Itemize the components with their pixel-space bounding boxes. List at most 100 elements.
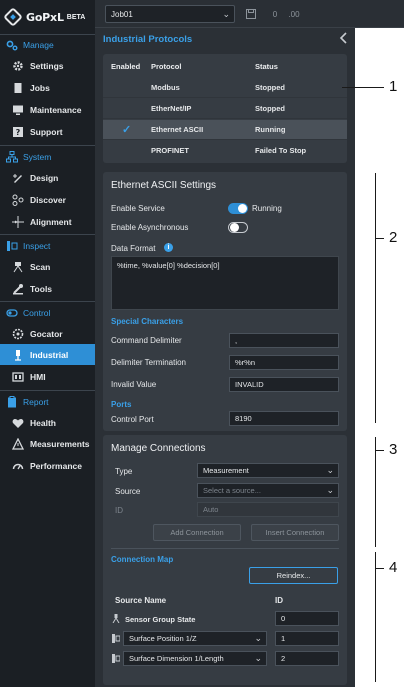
map-id-input[interactable]: 2 — [275, 651, 339, 666]
app-logo[interactable]: GoPxL BETA — [3, 7, 92, 27]
command-delimiter-input[interactable]: , — [229, 333, 339, 348]
sidebar-item-label: Scan — [30, 261, 51, 272]
checkmark-icon[interactable]: ✓ — [122, 123, 131, 136]
callout-3: 3 — [389, 441, 398, 458]
gauge-icon — [12, 460, 24, 472]
map-id-input[interactable]: 0 — [275, 611, 339, 626]
data-format-label: Data Format — [111, 244, 156, 253]
protocol-name: EtherNet/IP — [151, 104, 192, 113]
job-name: Job01 — [111, 9, 133, 19]
section-report: Report — [0, 393, 95, 411]
sidebar-item-performance[interactable]: Performance — [0, 455, 95, 476]
enable-async-label: Enable Asynchronous — [111, 223, 189, 232]
sidebar-item-design[interactable]: Design — [0, 167, 95, 188]
map-source-name: Surface Dimension 1/Length — [129, 654, 224, 663]
type-value: Measurement — [203, 466, 249, 475]
sidebar-item-hmi[interactable]: HMI — [0, 366, 95, 387]
app-name: GoPxL — [26, 10, 64, 24]
enable-service-toggle[interactable] — [228, 203, 248, 214]
map-source-select[interactable]: Surface Dimension 1/Length ⌄ — [123, 651, 267, 666]
manage-connections-title: Manage Connections — [111, 443, 206, 454]
callout-line — [342, 87, 384, 88]
connection-map-heading: Connection Map — [111, 555, 174, 564]
reindex-button[interactable]: Reindex... — [249, 567, 338, 584]
callout-line — [375, 238, 384, 239]
id-label: ID — [115, 506, 123, 515]
design-icon — [12, 172, 24, 184]
ports-heading: Ports — [111, 400, 132, 409]
col-enabled: Enabled — [111, 62, 141, 71]
chevron-down-icon: ⌄ — [326, 485, 334, 495]
alignment-icon — [12, 215, 24, 228]
section-manage: Manage — [0, 36, 95, 54]
panel-title: Industrial Protocols — [103, 34, 193, 45]
protocol-status: Running — [255, 125, 286, 134]
info-icon[interactable]: i — [164, 243, 173, 252]
protocol-row-ethernetip[interactable]: EtherNet/IP Stopped — [103, 99, 347, 119]
callout-bracket — [375, 173, 376, 423]
protocol-name: Modbus — [151, 83, 180, 92]
protocol-row-modbus[interactable]: Modbus Stopped — [103, 78, 347, 98]
sidebar-item-settings[interactable]: Settings — [0, 55, 95, 76]
inspect-icon — [6, 240, 18, 252]
gear-icon — [12, 60, 24, 72]
command-delimiter-label: Command Delimiter — [111, 336, 182, 345]
enable-async-toggle[interactable] — [228, 222, 248, 233]
decimal-decrease-icon[interactable]: 0 — [267, 7, 283, 21]
enable-service-label: Enable Service — [111, 204, 165, 213]
sidebar-item-support[interactable]: ? Support — [0, 121, 95, 142]
protocol-name: Ethernet ASCII — [151, 125, 204, 134]
chevron-down-icon: ⌄ — [254, 653, 262, 663]
industrial-icon — [12, 349, 24, 361]
map-source-select[interactable]: Surface Position 1/Z ⌄ — [123, 631, 267, 646]
sidebar-item-scan[interactable]: Scan — [0, 256, 95, 277]
divider — [0, 145, 95, 146]
sidebar-item-jobs[interactable]: Jobs — [0, 77, 95, 98]
add-connection-button[interactable]: Add Connection — [153, 524, 241, 541]
sidebar-item-label: Discover — [30, 194, 66, 205]
delimiter-termination-input[interactable]: %r%n — [229, 355, 339, 370]
sidebar-item-label: Support — [30, 126, 63, 137]
control-port-input[interactable]: 8190 — [229, 411, 339, 426]
callout-4: 4 — [389, 559, 398, 576]
document-icon — [12, 82, 24, 94]
map-id-input[interactable]: 1 — [275, 631, 339, 646]
scan-icon — [12, 261, 24, 273]
sidebar-item-tools[interactable]: Tools — [0, 278, 95, 299]
source-select[interactable]: Select a source... ⌄ — [197, 483, 339, 498]
measurement-icon — [112, 654, 121, 665]
sidebar-item-gocator[interactable]: Gocator — [0, 323, 95, 344]
job-select[interactable]: Job01 ⌄ — [105, 5, 235, 23]
type-select[interactable]: Measurement ⌄ — [197, 463, 339, 478]
protocol-row-ethernet-ascii[interactable]: ✓ Ethernet ASCII Running — [103, 120, 347, 140]
industrial-protocols-panel: Industrial Protocols Enabled Protocol St… — [95, 28, 355, 687]
invalid-value-input[interactable]: INVALID — [229, 377, 339, 392]
sidebar-item-maintenance[interactable]: Maintenance — [0, 99, 95, 120]
save-icon[interactable] — [244, 7, 258, 21]
ascii-settings-title: Ethernet ASCII Settings — [111, 180, 217, 191]
callout-line — [375, 450, 384, 451]
sidebar-item-discover[interactable]: Discover — [0, 189, 95, 210]
section-label: Inspect — [23, 241, 51, 251]
insert-connection-button[interactable]: Insert Connection — [251, 524, 339, 541]
protocol-status: Stopped — [255, 83, 285, 92]
id-input[interactable]: Auto — [197, 502, 339, 517]
collapse-panel-button[interactable] — [339, 32, 351, 46]
sidebar-item-label: Gocator — [30, 328, 63, 339]
gears-icon — [6, 39, 18, 51]
sidebar-item-measurements[interactable]: Measurements — [0, 433, 95, 454]
protocol-row-profinet[interactable]: PROFINET Failed To Stop — [103, 141, 347, 161]
section-inspect: Inspect — [0, 237, 95, 255]
data-format-input[interactable]: %time, %value[0] %decision[0] — [111, 256, 339, 310]
divider — [111, 548, 339, 549]
type-label: Type — [115, 467, 133, 476]
sidebar-item-alignment[interactable]: Alignment — [0, 211, 95, 232]
sidebar-item-health[interactable]: Health — [0, 412, 95, 433]
decimal-increase-icon[interactable]: .00 — [285, 7, 303, 21]
divider — [0, 301, 95, 302]
sidebar-item-industrial[interactable]: Industrial — [0, 344, 95, 365]
source-placeholder: Select a source... — [203, 486, 261, 495]
sidebar-item-label: HMI — [30, 371, 46, 382]
sidebar-item-label: Jobs — [30, 82, 50, 93]
protocol-status: Failed To Stop — [255, 146, 307, 155]
